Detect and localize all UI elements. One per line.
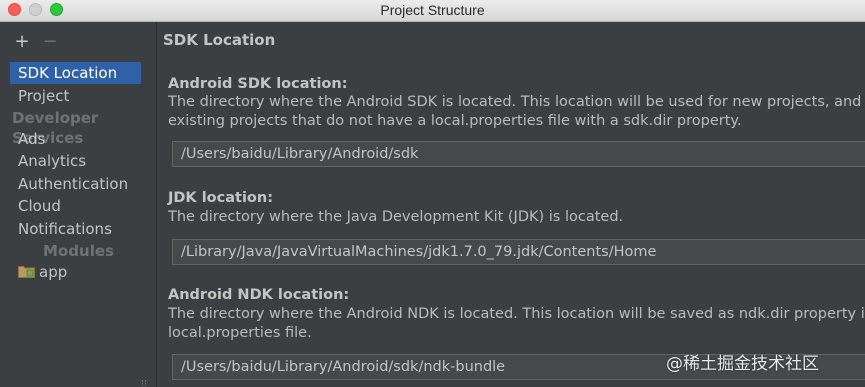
sidebar-item-notifications[interactable]: Notifications [10,218,141,240]
sidebar-item-ads[interactable]: Ads [10,128,141,150]
sidebar-item-sdk-location[interactable]: SDK Location [10,62,141,84]
jdk-description-line1: The directory where the Java Development… [168,209,624,225]
title-bar: Project Structure [0,0,865,22]
module-item-app[interactable]: app [18,261,67,283]
add-icon[interactable]: + [14,32,30,52]
android-sdk-description-line1: The directory where the Android SDK is l… [168,94,865,110]
jdk-heading: JDK location: [168,190,274,206]
sidebar-item-authentication[interactable]: Authentication [10,173,141,195]
splitter-handle[interactable] [142,380,146,387]
remove-icon[interactable]: − [42,32,58,52]
developer-services-heading: Developer Services [12,109,99,147]
watermark: @稀土掘金技术社区 [666,354,819,374]
sidebar-item-cloud[interactable]: Cloud [10,195,141,217]
main-panel: SDK Location Android SDK location: The d… [158,22,865,387]
sidebar: + − SDK Location Project Developer Servi… [0,22,157,387]
sidebar-item-analytics[interactable]: Analytics [10,150,141,172]
jdk-path-field[interactable]: /Library/Java/JavaVirtualMachines/jdk1.7… [172,239,865,265]
module-folder-icon [18,266,35,278]
page-title: SDK Location [163,31,276,49]
android-ndk-heading: Android NDK location: [168,287,350,303]
sidebar-item-project[interactable]: Project [10,85,141,107]
android-sdk-description-line2: existing projects that do not have a loc… [168,113,742,129]
module-label: app [39,263,68,281]
android-sdk-path-field[interactable]: /Users/baidu/Library/Android/sdk [172,141,865,167]
android-ndk-description-line2: local.properties file. [168,325,312,341]
android-ndk-description-line1: The directory where the Android NDK is l… [168,306,865,322]
android-sdk-heading: Android SDK location: [168,76,348,92]
window-title: Project Structure [380,2,485,18]
modules-heading: Modules [43,242,114,260]
